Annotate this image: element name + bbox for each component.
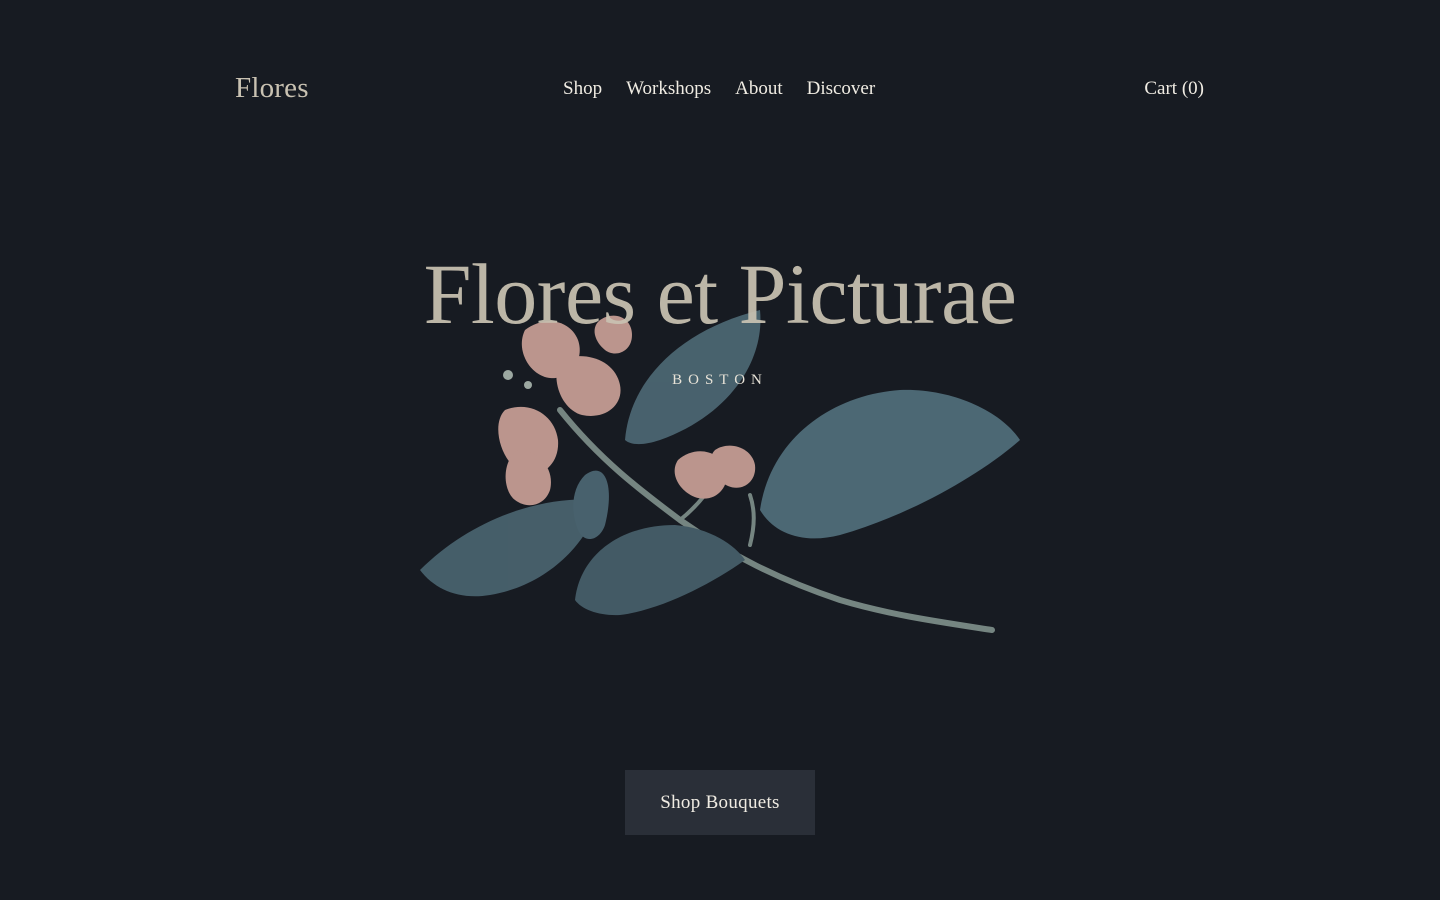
flower-cluster-right — [674, 445, 756, 499]
leaf-left-lower — [420, 499, 600, 597]
site-header: Flores Shop Workshops About Discover Car… — [0, 0, 1440, 180]
leaf-inner — [573, 470, 609, 540]
flowering-branch-illustration — [420, 310, 1020, 633]
nav-link-discover[interactable]: Discover — [807, 76, 876, 102]
leaf-right — [760, 389, 1020, 539]
nav-link-about[interactable]: About — [735, 76, 783, 102]
hero-location: BOSTON — [672, 372, 768, 388]
leaf-bottom — [575, 525, 745, 616]
nav-link-shop[interactable]: Shop — [563, 76, 602, 102]
hero-title: Flores et Picturae — [423, 246, 1017, 342]
main-nav: Shop Workshops About Discover — [563, 76, 875, 102]
cart-link[interactable]: Cart (0) — [1144, 76, 1204, 102]
shop-bouquets-button[interactable]: Shop Bouquets — [625, 770, 815, 835]
brand-logo-link[interactable]: Flores — [235, 70, 309, 106]
branch-twig-2 — [748, 493, 756, 547]
nav-link-workshops[interactable]: Workshops — [626, 76, 711, 102]
